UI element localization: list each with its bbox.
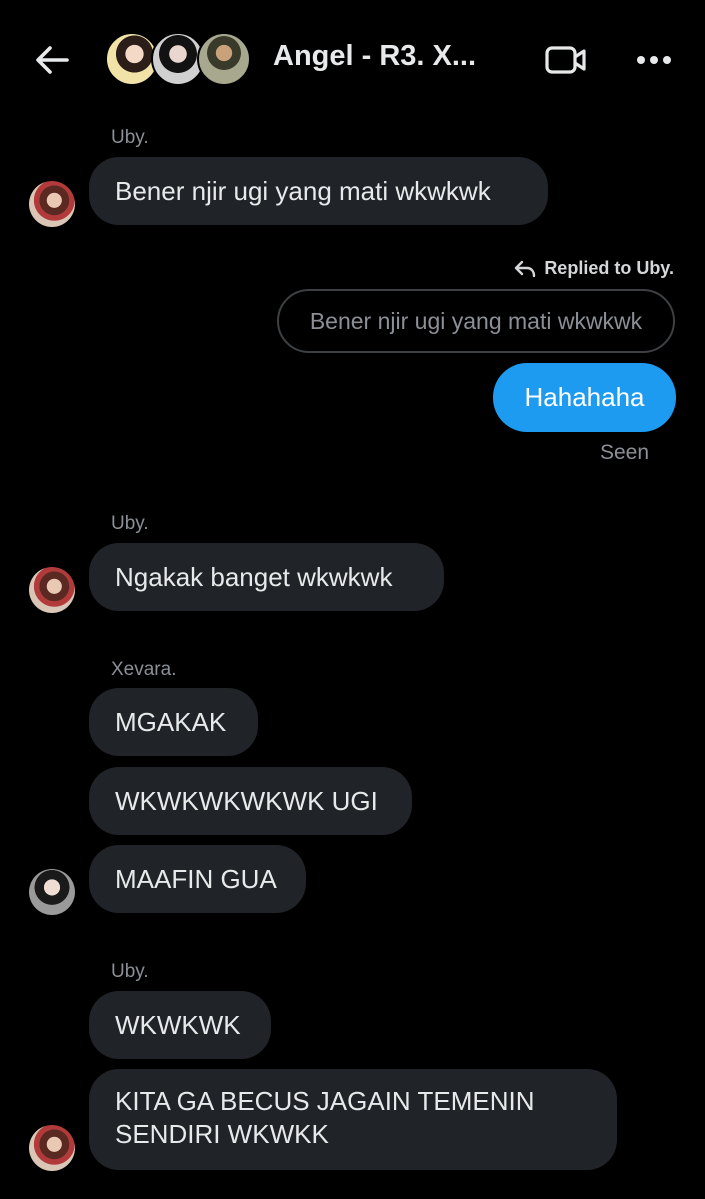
received-message-bubble[interactable]: MAAFIN GUA <box>89 845 306 913</box>
more-horizontal-icon <box>637 56 671 64</box>
reply-label: Replied to Uby. <box>544 258 674 278</box>
group-avatars[interactable] <box>105 32 255 86</box>
video-call-button[interactable] <box>540 38 592 82</box>
received-message-bubble[interactable]: WKWKWKWKWK UGI <box>89 767 412 835</box>
conversation-title[interactable]: Angel - R3. X... <box>273 40 476 73</box>
more-options-button[interactable] <box>630 38 678 82</box>
message-text: MGAKAK <box>115 706 227 737</box>
received-message-bubble[interactable]: KITA GA BECUS JAGAIN TEMENIN SENDIRI WKW… <box>89 1069 617 1170</box>
reply-icon <box>515 260 536 277</box>
sent-message-bubble[interactable]: Hahahaha <box>493 363 676 432</box>
sender-avatar[interactable] <box>29 869 75 915</box>
message-text: WKWKWK <box>115 1009 241 1040</box>
message-text: Bener njir ugi yang mati wkwkwk <box>115 175 491 206</box>
sender-avatar[interactable] <box>29 1125 75 1171</box>
message-text: Ngakak banget wkwkwk <box>115 561 393 592</box>
sender-avatar[interactable] <box>29 181 75 227</box>
quoted-text: Bener njir ugi yang mati wkwkwk <box>309 307 643 334</box>
message-text: WKWKWKWKWK UGI <box>115 785 378 816</box>
received-message-bubble[interactable]: MGAKAK <box>89 688 258 756</box>
arrow-left-icon <box>36 46 69 74</box>
reply-indicator: Replied to Uby. <box>514 258 674 279</box>
received-message-bubble[interactable]: WKWKWK <box>89 991 271 1059</box>
sender-avatar[interactable] <box>29 567 75 613</box>
received-message-bubble[interactable]: Bener njir ugi yang mati wkwkwk <box>89 157 548 225</box>
message-text: Hahahaha <box>524 382 645 412</box>
avatar <box>197 32 251 86</box>
seen-status: Seen <box>599 441 649 464</box>
conversation-header: Angel - R3. X... <box>0 0 705 120</box>
quoted-message[interactable]: Bener njir ugi yang mati wkwkwk <box>277 289 675 353</box>
received-message-bubble[interactable]: Ngakak banget wkwkwk <box>89 543 444 611</box>
sender-name: Uby. <box>111 961 149 982</box>
sender-name: Uby. <box>111 127 149 148</box>
message-text: MAAFIN GUA <box>115 863 277 894</box>
message-text: KITA GA BECUS JAGAIN TEMENIN <box>115 1086 535 1116</box>
video-camera-icon <box>545 46 586 74</box>
sender-name: Uby. <box>111 513 149 534</box>
sender-name: Xevara. <box>111 659 177 680</box>
back-button[interactable] <box>30 38 74 82</box>
message-text: SENDIRI WKWKK <box>115 1119 329 1149</box>
